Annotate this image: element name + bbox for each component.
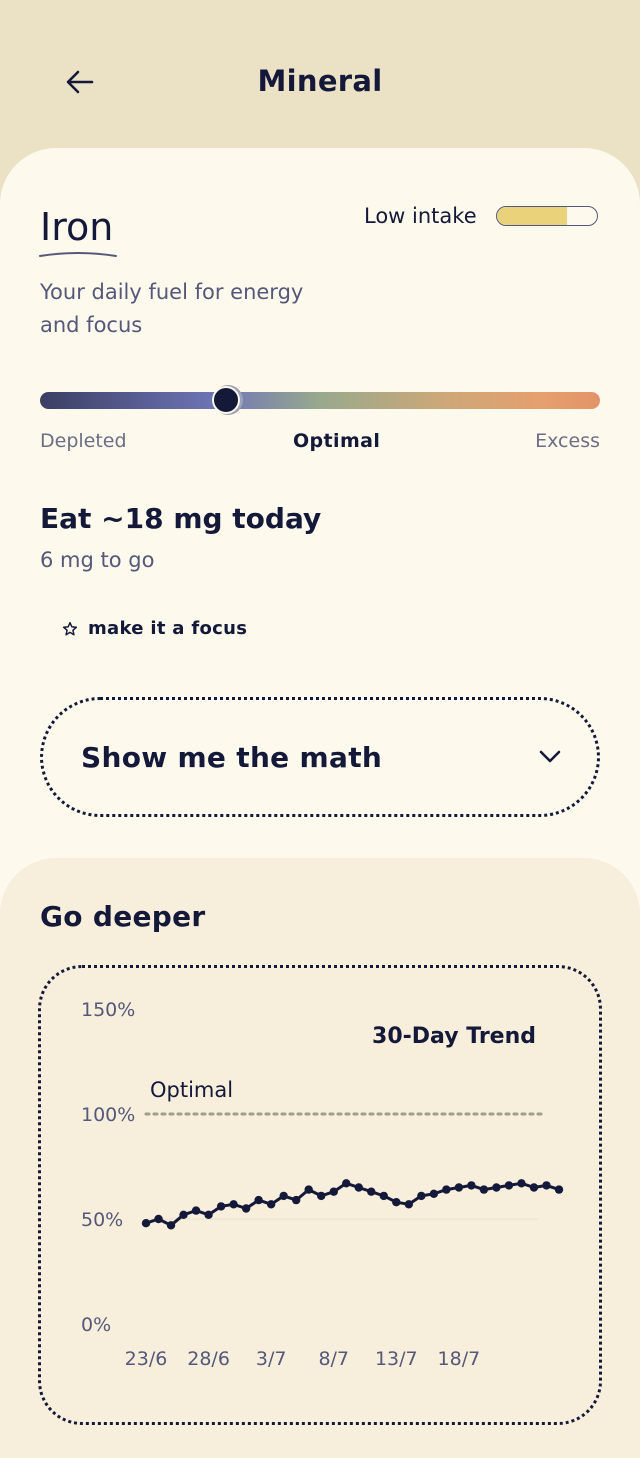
trend-point [429,1189,439,1198]
trend-point [417,1191,426,1201]
star-outline-icon [62,621,78,635]
trend-point [291,1195,301,1205]
trend-point [141,1219,151,1228]
trend-point [354,1183,363,1192]
y-tick-label: 100% [81,1104,135,1126]
scale-label-excess: Excess [535,430,600,452]
chart-title: 30-Day Trend [372,1024,536,1049]
optimal-reference-label: Optimal [150,1078,233,1102]
trend-point [266,1200,276,1209]
show-math-toggle[interactable]: Show me the math [40,697,600,817]
trend-point [229,1200,238,1209]
x-tick-label: 18/7 [438,1348,481,1370]
trend-point [442,1185,451,1194]
trend-point [204,1210,213,1219]
y-tick-label: 150% [81,999,135,1021]
x-tick-label: 3/7 [256,1348,287,1370]
trend-point [304,1185,313,1194]
y-tick-label: 50% [81,1209,123,1231]
trend-point [317,1191,326,1201]
trend-point [392,1198,401,1207]
trend-point [467,1181,476,1190]
nutrient-tagline: Your daily fuel for energy and focus [40,280,304,337]
x-tick-label: 23/6 [125,1348,168,1370]
title-underline [39,252,117,257]
page-title: Mineral [257,64,383,98]
trend-point [554,1185,564,1194]
trend-chart-card: 150% 100% 50% 0% 30-Day Trend Optimal 23/6 28/6… [38,965,602,1425]
trend-point [529,1183,539,1192]
trend-point [216,1202,226,1211]
intake-scale-bar [40,392,600,409]
go-deeper-title: Go deeper [40,900,206,933]
show-math-label: Show me the math [81,740,383,774]
trend-point [329,1187,338,1196]
trend-point [379,1191,388,1201]
trend-point [179,1210,188,1219]
trend-point [367,1187,376,1196]
trend-point [166,1221,176,1230]
trend-point [504,1181,514,1190]
x-tick-label: 13/7 [375,1348,418,1370]
scale-label-optimal: Optimal [293,430,381,452]
trend-point [342,1179,351,1188]
remaining-amount: 6 mg to go [40,548,155,572]
intake-scale-marker [212,386,240,414]
chevron-down-icon [539,750,561,763]
trend-point [542,1181,551,1190]
trend-point [241,1204,251,1213]
intake-meter [496,206,598,226]
scale-label-depleted: Depleted [40,430,127,452]
trend-point [404,1200,414,1209]
trend-point [279,1191,288,1201]
trend-point [154,1214,163,1224]
trend-point [517,1179,526,1188]
trend-chart: 150% 100% 50% 0% 30-Day Trend Optimal 23/6 28/6… [81,999,564,1370]
x-tick-label: 28/6 [187,1348,230,1370]
y-tick-label: 0% [81,1314,111,1336]
trend-point [479,1185,489,1194]
trend-point [454,1183,464,1192]
nutrient-title: Iron [40,205,114,249]
daily-target: Eat ~18 mg today [40,502,322,535]
make-focus-label: make it a focus [88,618,248,639]
intake-meter-fill [497,207,567,225]
x-tick-label: 8/7 [318,1348,349,1370]
make-focus-button[interactable]: make it a focus [62,618,247,639]
trend-point [492,1183,501,1192]
trend-point [254,1195,263,1205]
intake-status-label: Low intake [364,204,477,228]
top-bar: Mineral [0,0,640,150]
trend-point [191,1206,201,1215]
